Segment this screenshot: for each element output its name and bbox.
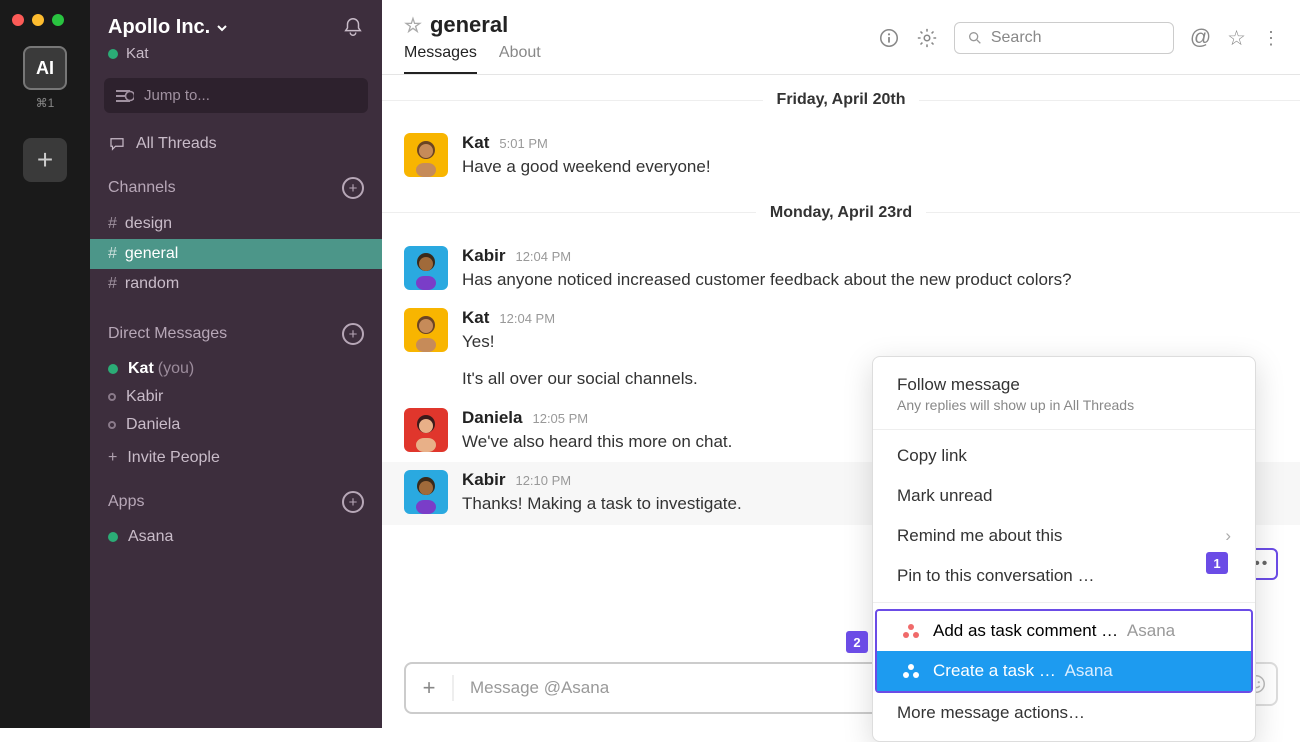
channel-title: general (430, 12, 508, 38)
menu-remind-me[interactable]: Remind me about this› (873, 516, 1255, 556)
message-row[interactable]: Kat5:01 PM Have a good weekend everyone! (382, 125, 1300, 188)
asana-icon (903, 624, 919, 638)
channel-random[interactable]: #random (90, 269, 382, 299)
presence-offline-icon (108, 393, 116, 401)
search-icon (967, 30, 983, 46)
channel-general[interactable]: #general (90, 239, 382, 269)
avatar (404, 246, 448, 290)
workspace-menu[interactable]: Apollo Inc. (108, 16, 228, 39)
window-controls (0, 8, 76, 40)
workspace-shortcut-label: ⌘1 (36, 96, 55, 110)
composer-attach-button[interactable]: + (406, 675, 454, 701)
menu-mark-unread[interactable]: Mark unread (873, 476, 1255, 516)
star-icon[interactable]: ☆ (404, 13, 422, 38)
settings-gear-icon[interactable] (916, 27, 938, 49)
workspace-rail: AI ⌘1 + (0, 0, 90, 728)
avatar (404, 133, 448, 177)
maximize-window-icon[interactable] (52, 14, 64, 26)
invite-people-button[interactable]: +Invite People (90, 439, 382, 481)
add-workspace-button[interactable]: + (23, 138, 67, 182)
close-window-icon[interactable] (12, 14, 24, 26)
app-asana[interactable]: Asana (90, 523, 382, 551)
notifications-icon[interactable] (342, 16, 364, 38)
presence-indicator-icon (108, 49, 118, 59)
threads-icon (108, 135, 126, 153)
avatar (404, 308, 448, 352)
tab-about[interactable]: About (499, 44, 541, 74)
menu-follow-message[interactable]: Follow message Any replies will show up … (873, 365, 1255, 423)
tab-messages[interactable]: Messages (404, 44, 477, 74)
menu-pin[interactable]: Pin to this conversation … (873, 556, 1255, 596)
minimize-window-icon[interactable] (32, 14, 44, 26)
date-divider: Friday, April 20th (382, 81, 1300, 119)
presence-offline-icon (108, 421, 116, 429)
chevron-down-icon (216, 22, 228, 34)
presence-online-icon (108, 532, 118, 542)
message-row[interactable]: Kabir12:04 PM Has anyone noticed increas… (382, 238, 1300, 301)
menu-create-task[interactable]: Create a task … Asana (877, 651, 1251, 691)
menu-more-actions[interactable]: More message actions… (873, 693, 1255, 733)
all-threads-link[interactable]: All Threads (90, 127, 382, 167)
current-user-label: Kat (126, 45, 149, 62)
channel-header: ☆ general Messages About Search @ ☆ ⋮ (382, 0, 1300, 75)
dm-daniela[interactable]: Daniela (90, 411, 382, 439)
presence-online-icon (108, 364, 118, 374)
workspace-name: Apollo Inc. (108, 16, 210, 39)
sidebar: Apollo Inc. Kat Jump to... All Threads C… (90, 0, 382, 728)
callout-badge-2: 2 (846, 631, 868, 653)
mentions-icon[interactable]: @ (1190, 26, 1211, 50)
dm-header[interactable]: Direct Messages (108, 325, 227, 343)
avatar (404, 470, 448, 514)
channels-header[interactable]: Channels (108, 179, 176, 197)
channel-design[interactable]: #design (90, 209, 382, 239)
dm-kat[interactable]: Kat(you) (90, 355, 382, 383)
dm-kabir[interactable]: Kabir (90, 383, 382, 411)
search-input[interactable]: Search (954, 22, 1174, 54)
callout-badge-1: 1 (1206, 552, 1228, 574)
menu-copy-link[interactable]: Copy link (873, 436, 1255, 476)
info-icon[interactable] (878, 27, 900, 49)
jump-to-input[interactable]: Jump to... (104, 78, 368, 113)
message-context-menu: Follow message Any replies will show up … (872, 356, 1256, 742)
menu-add-task-comment[interactable]: Add as task comment … Asana (877, 611, 1251, 651)
workspace-switcher[interactable]: AI (23, 46, 67, 90)
main-pane: ☆ general Messages About Search @ ☆ ⋮ Fr… (382, 0, 1300, 728)
jump-icon (116, 89, 134, 103)
star-channel-icon[interactable]: ☆ (1227, 26, 1246, 51)
chevron-right-icon: › (1225, 526, 1231, 546)
date-divider: Monday, April 23rd (382, 194, 1300, 232)
more-header-icon[interactable]: ⋮ (1262, 28, 1278, 49)
add-app-button[interactable]: + (342, 491, 364, 513)
jump-placeholder: Jump to... (144, 87, 210, 104)
add-channel-button[interactable]: + (342, 177, 364, 199)
avatar (404, 408, 448, 452)
search-placeholder: Search (991, 29, 1042, 47)
asana-icon (903, 664, 919, 678)
apps-header[interactable]: Apps (108, 493, 144, 511)
add-dm-button[interactable]: + (342, 323, 364, 345)
